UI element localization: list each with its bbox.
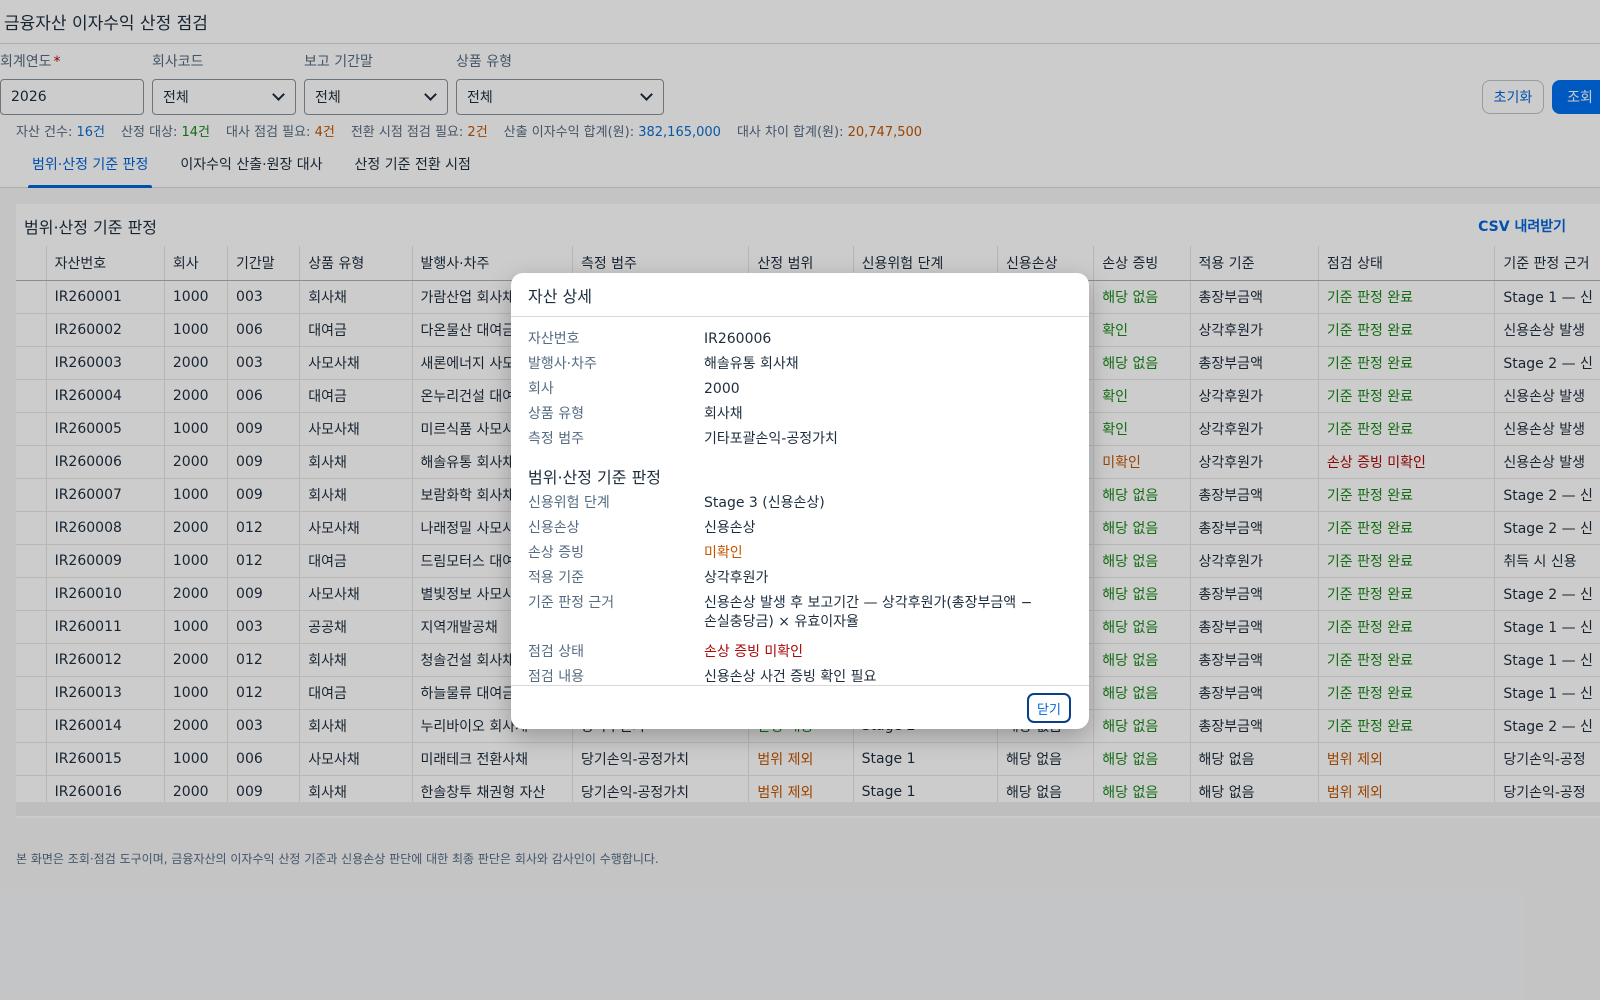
detail-row: 적용 기준 상각후원가 <box>528 569 1072 591</box>
detail-label: 발행사·차주 <box>528 356 597 372</box>
detail-row: 신용위험 단계 Stage 3 (신용손상) <box>528 494 1072 516</box>
detail-value: IR260006 <box>704 331 772 347</box>
dialog-section-title: 범위·산정 기준 판정 <box>528 468 662 487</box>
detail-label: 손상 증빙 <box>528 545 584 561</box>
detail-value: 기타포괄손익-공정가치 <box>704 431 838 447</box>
dialog-title: 자산 상세 <box>511 273 1089 317</box>
detail-value: 손상 증빙 미확인 <box>704 644 804 660</box>
detail-row: 상품 유형 회사채 <box>528 405 1072 427</box>
detail-row: 신용손상 신용손상 <box>528 519 1072 541</box>
detail-label: 기준 판정 근거 <box>528 595 615 611</box>
detail-value: 회사채 <box>704 406 743 422</box>
detail-row: 측정 범주 기타포괄손익-공정가치 <box>528 430 1072 452</box>
detail-row: 기준 판정 근거 신용손상 발생 후 보고기간 — 상각후원가(총장부금액 − 손… <box>528 594 1072 632</box>
detail-value: 2000 <box>704 381 740 397</box>
detail-label: 적용 기준 <box>528 570 584 586</box>
detail-value: 신용손상 <box>704 520 756 536</box>
detail-row: 회사 2000 <box>528 380 1072 402</box>
detail-value: 미확인 <box>704 545 743 561</box>
detail-row: 점검 상태 손상 증빙 미확인 <box>528 643 1072 665</box>
detail-value: 상각후원가 <box>704 570 769 586</box>
asset-detail-dialog: 자산 상세 자산번호 IR260006 발행사·차주 해솔유통 회사채회사 2000 상품… <box>511 273 1089 729</box>
detail-label: 점검 상태 <box>528 644 584 660</box>
detail-label: 회사 <box>528 381 554 397</box>
detail-row: 손상 증빙 미확인 <box>528 544 1072 566</box>
detail-value: 해솔유통 회사채 <box>704 356 799 372</box>
close-button[interactable]: 닫기 <box>1027 693 1071 723</box>
detail-value: Stage 3 (신용손상) <box>704 495 825 511</box>
detail-label: 자산번호 <box>528 331 580 347</box>
detail-value: 신용손상 발생 후 보고기간 — 상각후원가(총장부금액 − 손실충당금) × … <box>704 595 1033 630</box>
detail-label: 신용위험 단계 <box>528 495 610 511</box>
detail-label: 상품 유형 <box>528 406 584 422</box>
detail-row: 발행사·차주 해솔유통 회사채 <box>528 355 1072 377</box>
detail-label: 측정 범주 <box>528 431 584 447</box>
detail-row: 자산번호 IR260006 <box>528 330 1072 352</box>
detail-label: 신용손상 <box>528 520 580 536</box>
